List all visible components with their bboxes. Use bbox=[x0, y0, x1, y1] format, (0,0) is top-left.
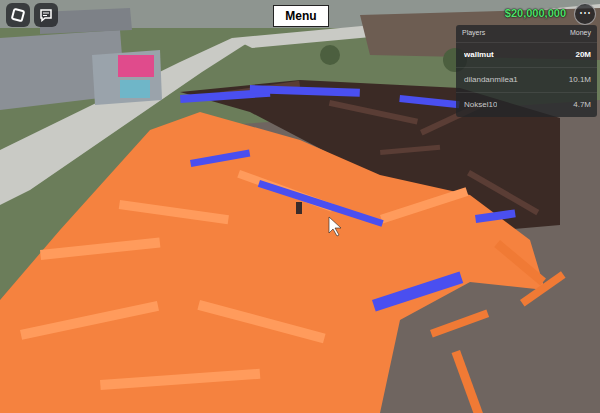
player-row[interactable]: dilandanmilea1 10.1M bbox=[456, 67, 597, 92]
player-name: Noksel10 bbox=[464, 100, 497, 110]
money-column: Money bbox=[570, 28, 591, 38]
player-name: dilandanmilea1 bbox=[464, 75, 518, 85]
player-name: wallmut bbox=[464, 50, 494, 60]
player-row[interactable]: wallmut 20M bbox=[456, 42, 597, 67]
player-list: Players Money wallmut 20M dilandanmilea1 10… bbox=[456, 25, 597, 117]
player-money: 10.1M bbox=[565, 75, 591, 85]
players-column: Players bbox=[462, 28, 485, 38]
player-list-header: Players Money bbox=[456, 25, 597, 42]
more-button[interactable]: ⋯ bbox=[574, 3, 596, 25]
game-view[interactable]: Menu $20,000,000 ⋯ Players Money wallmut… bbox=[0, 0, 600, 413]
roblox-logo-icon bbox=[11, 8, 25, 22]
player-rows: wallmut 20M dilandanmilea1 10.1M Noksel10 4.7… bbox=[456, 42, 597, 117]
player-money: 20M bbox=[571, 50, 591, 60]
money-display: $20,000,000 bbox=[505, 5, 566, 21]
chat-icon bbox=[39, 8, 53, 22]
chat-button[interactable] bbox=[34, 3, 58, 27]
roblox-menu-button[interactable] bbox=[6, 3, 30, 27]
player-row[interactable]: Noksel10 4.7M bbox=[456, 92, 597, 117]
player-money: 4.7M bbox=[569, 100, 591, 110]
menu-button[interactable]: Menu bbox=[273, 5, 329, 27]
